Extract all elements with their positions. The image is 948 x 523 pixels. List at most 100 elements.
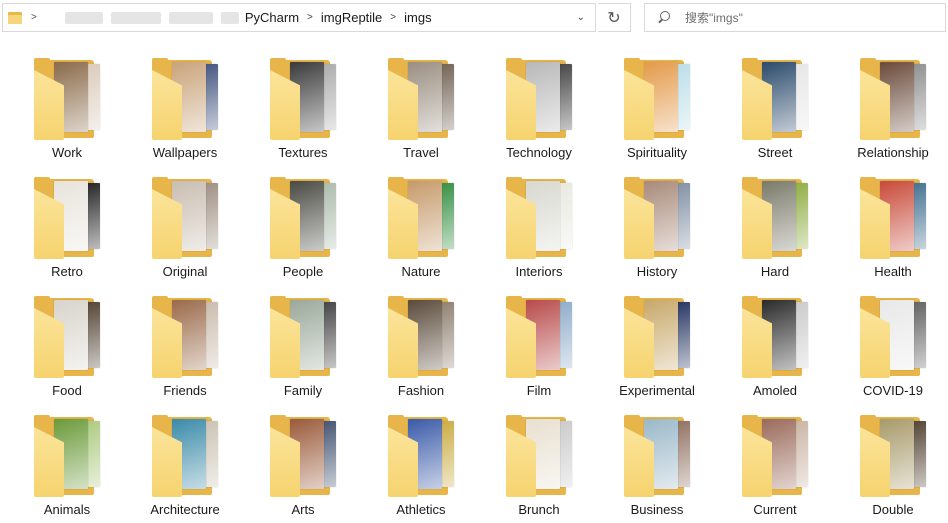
folder-item[interactable]: Fashion — [362, 290, 480, 402]
folder-label: Athletics — [396, 502, 446, 517]
search-box[interactable]: 搜索"imgs" — [644, 3, 946, 32]
folder-item[interactable]: History — [598, 171, 716, 283]
search-icon — [657, 10, 671, 25]
folder-item[interactable]: Interiors — [480, 171, 598, 283]
folder-item[interactable]: Textures — [244, 52, 362, 164]
folder-item[interactable]: Architecture — [126, 409, 244, 521]
folder-item[interactable]: Street — [716, 52, 834, 164]
chevron-down-icon[interactable]: ⌄ — [577, 12, 585, 23]
folder-icon — [506, 415, 572, 497]
folder-icon — [152, 296, 218, 378]
folder-item[interactable]: Athletics — [362, 409, 480, 521]
folder-label: Food — [52, 383, 82, 398]
folder-icon — [152, 177, 218, 259]
folder-item[interactable]: Relationship — [834, 52, 948, 164]
folder-icon — [34, 415, 100, 497]
folder-icon — [860, 177, 926, 259]
breadcrumb-imgreptile[interactable]: imgReptile — [321, 10, 382, 25]
folder-item[interactable]: Amoled — [716, 290, 834, 402]
folder-icon — [388, 296, 454, 378]
folder-item[interactable]: Double — [834, 409, 948, 521]
folder-item[interactable]: Hard — [716, 171, 834, 283]
folder-item[interactable]: Health — [834, 171, 948, 283]
folder-label: Hard — [760, 264, 790, 279]
address-bar[interactable]: > PyCharm > imgReptile > imgs ⌄ — [2, 3, 596, 32]
folder-item[interactable]: Food — [8, 290, 126, 402]
folder-icon — [742, 177, 808, 259]
search-input[interactable]: 搜索"imgs" — [685, 9, 743, 26]
folder-icon — [742, 58, 808, 140]
folder-icon — [270, 415, 336, 497]
folder-icon — [270, 296, 336, 378]
chevron-right-icon[interactable]: > — [390, 12, 396, 23]
folder-icon — [388, 415, 454, 497]
folder-label: Original — [162, 264, 208, 279]
folder-icon — [270, 58, 336, 140]
folder-item[interactable]: Wallpapers — [126, 52, 244, 164]
blurred-path — [45, 9, 245, 27]
folder-item[interactable]: Film — [480, 290, 598, 402]
folder-label: Nature — [401, 264, 441, 279]
folder-label: Experimental — [619, 383, 695, 398]
folder-label: Arts — [291, 502, 315, 517]
folder-label: People — [282, 264, 324, 279]
refresh-button[interactable]: ↻ — [598, 3, 631, 32]
folder-item[interactable]: Technology — [480, 52, 598, 164]
folder-icon — [742, 415, 808, 497]
folder-label: Architecture — [150, 502, 220, 517]
folder-label: Current — [753, 502, 797, 517]
folder-item[interactable]: Retro — [8, 171, 126, 283]
folder-item[interactable]: Work — [8, 52, 126, 164]
folder-icon — [388, 58, 454, 140]
folder-item[interactable]: People — [244, 171, 362, 283]
folder-icon — [624, 296, 690, 378]
folder-item[interactable]: Experimental — [598, 290, 716, 402]
folder-label: Friends — [163, 383, 207, 398]
folder-item[interactable]: Nature — [362, 171, 480, 283]
folder-icon — [624, 177, 690, 259]
breadcrumb-pycharm[interactable]: PyCharm — [245, 10, 299, 25]
folder-label: Street — [757, 145, 793, 160]
folder-label: Fashion — [397, 383, 445, 398]
folder-label: Brunch — [518, 502, 560, 517]
folder-item[interactable]: Spirituality — [598, 52, 716, 164]
chevron-right-icon[interactable]: > — [31, 12, 37, 23]
folder-item[interactable]: Friends — [126, 290, 244, 402]
folder-item[interactable]: Current — [716, 409, 834, 521]
folder-label: Amoled — [752, 383, 798, 398]
folder-item[interactable]: Business — [598, 409, 716, 521]
folder-icon — [506, 58, 572, 140]
folder-label: Technology — [506, 145, 572, 160]
folder-label: Spirituality — [627, 145, 687, 160]
folder-label: Wallpapers — [152, 145, 218, 160]
address-row: > PyCharm > imgReptile > imgs ⌄ ↻ 搜索"img… — [0, 0, 948, 34]
folder-label: Interiors — [515, 264, 563, 279]
folder-item[interactable]: Family — [244, 290, 362, 402]
folder-icon — [34, 177, 100, 259]
folder-label: Relationship — [857, 145, 929, 160]
folder-label: Family — [283, 383, 323, 398]
chevron-right-icon[interactable]: > — [307, 12, 313, 23]
folder-label: Travel — [403, 145, 439, 160]
folder-label: History — [636, 264, 678, 279]
folder-label: Work — [51, 145, 83, 160]
folder-item[interactable]: Travel — [362, 52, 480, 164]
folder-icon — [388, 177, 454, 259]
folder-label: COVID-19 — [863, 383, 923, 398]
folder-icon — [152, 415, 218, 497]
folder-item[interactable]: COVID-19 — [834, 290, 948, 402]
folder-item[interactable]: Animals — [8, 409, 126, 521]
folder-item[interactable]: Original — [126, 171, 244, 283]
folder-icon — [506, 296, 572, 378]
folder-icon — [860, 415, 926, 497]
folder-label: Textures — [278, 145, 328, 160]
folder-icon — [506, 177, 572, 259]
folder-item[interactable]: Arts — [244, 409, 362, 521]
folder-label: Retro — [51, 264, 83, 279]
folder-label: Double — [872, 502, 914, 517]
folder-item[interactable]: Brunch — [480, 409, 598, 521]
folder-icon — [270, 177, 336, 259]
folder-label: Business — [630, 502, 684, 517]
breadcrumb-imgs[interactable]: imgs — [404, 10, 431, 25]
folder-icon — [8, 11, 22, 25]
